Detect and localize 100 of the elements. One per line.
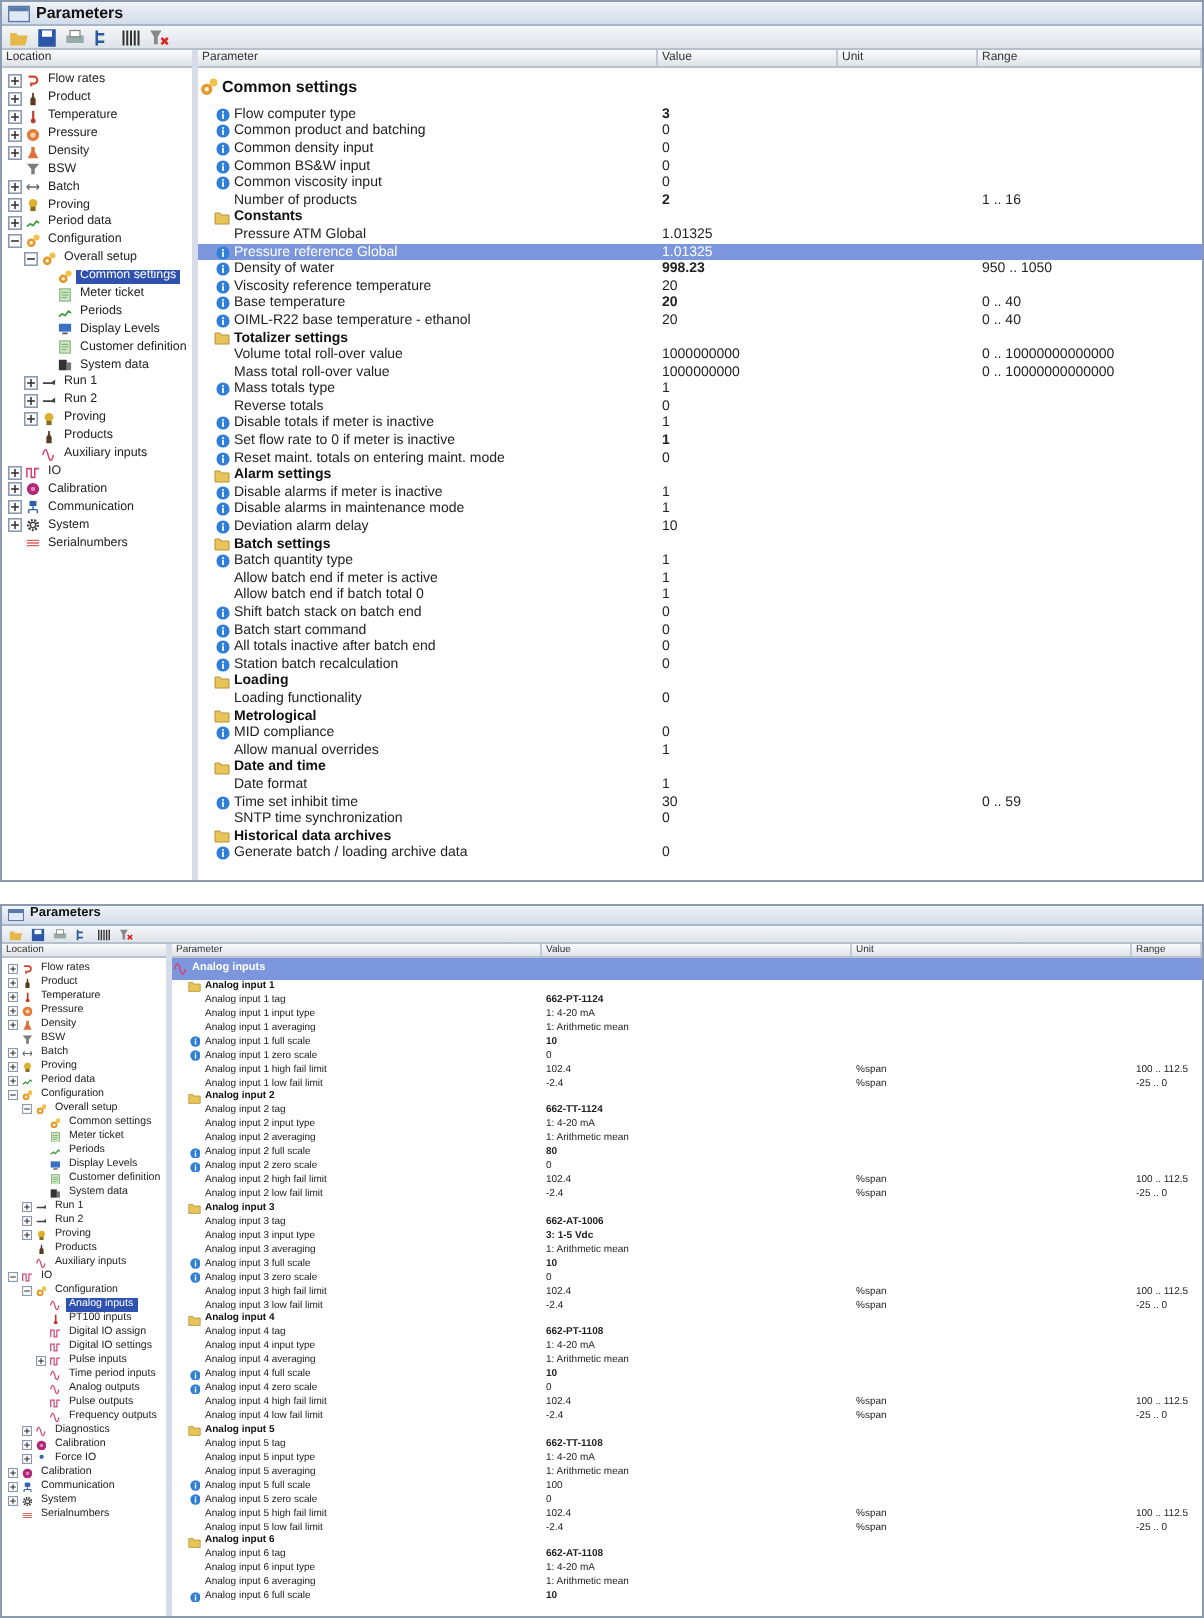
window-icon [8,3,30,23]
folder-icon [214,467,230,484]
gears-icon [57,269,71,284]
expand-toggle[interactable] [35,1356,45,1366]
square-wave-icon [49,1397,60,1409]
square-wave-icon [21,1271,32,1283]
filter-clear-icon[interactable] [148,27,170,47]
collapse-toggle[interactable] [21,1286,31,1296]
print-icon[interactable] [64,27,86,47]
expand-toggle[interactable] [7,1468,17,1478]
expand-toggle[interactable] [21,1202,31,1212]
line-chart-icon [49,1145,60,1157]
arrows-icon [21,1047,32,1059]
expand-toggle[interactable] [23,411,37,426]
folder-icon [214,828,230,845]
expand-toggle[interactable] [7,482,21,497]
hook-icon [25,73,39,88]
expand-toggle[interactable] [7,1006,17,1016]
expand-toggle[interactable] [7,465,21,480]
save-icon[interactable] [30,927,46,941]
wave-icon [41,447,55,462]
expand-toggle[interactable] [7,109,21,124]
collapse-toggle[interactable] [7,1272,17,1282]
line-chart-icon [57,305,71,320]
network-icon [25,500,39,515]
expand-toggle[interactable] [7,127,21,142]
expand-toggle[interactable] [7,73,21,88]
expand-toggle[interactable] [7,1020,17,1030]
filter-clear-icon[interactable] [118,927,134,941]
thermometer-icon [49,1313,60,1325]
expand-toggle[interactable] [7,198,21,213]
folder-icon [188,1535,201,1549]
collapse-toggle[interactable] [7,233,21,248]
expand-toggle[interactable] [7,978,17,988]
expand-toggle[interactable] [7,500,21,515]
expand-toggle[interactable] [21,1440,31,1450]
gauge-icon [25,127,39,142]
folder-icon [214,708,230,725]
print-icon[interactable] [52,927,68,941]
expand-toggle[interactable] [7,992,17,1002]
folder-icon [188,1424,201,1438]
line-chart-icon [25,216,39,231]
window-title: Parameters [36,5,124,21]
expand-toggle[interactable] [7,964,17,974]
network-icon [21,1481,32,1493]
document-icon [49,1131,60,1143]
expand-toggle[interactable] [7,216,21,231]
medal-icon [25,198,39,213]
expand-toggle[interactable] [23,376,37,391]
bottle-icon [25,91,39,106]
hook-icon [21,963,32,975]
gears-icon [41,251,55,266]
save-icon[interactable] [36,27,58,47]
expand-toggle[interactable] [23,393,37,408]
funnel-icon [21,1033,32,1045]
expand-toggle[interactable] [7,1496,17,1506]
expand-toggle[interactable] [21,1454,31,1464]
flask-icon [21,1019,32,1031]
expand-toggle[interactable] [7,1076,17,1086]
expand-toggle[interactable] [7,1048,17,1058]
folder-icon [214,536,230,553]
bottle-icon [35,1243,46,1255]
expand-toggle[interactable] [7,1062,17,1072]
collapse-toggle[interactable] [21,1104,31,1114]
section-title: Common settings [222,79,358,95]
gears-icon [25,233,39,248]
gears-icon [200,78,218,96]
bars-icon [21,1509,32,1521]
columns-icon[interactable] [120,27,142,47]
expand-toggle[interactable] [7,518,21,533]
cog-icon [25,518,39,533]
folder-icon [188,980,201,994]
folder-icon [214,209,230,226]
expand-toggle[interactable] [7,91,21,106]
wave-icon [35,1257,46,1269]
wave-icon [49,1299,60,1311]
expand-toggle[interactable] [7,180,21,195]
expand-toggle[interactable] [7,145,21,159]
document-icon [49,1173,60,1185]
expand-toggle[interactable] [21,1426,31,1436]
expand-toggle[interactable] [21,1216,31,1226]
square-wave-icon [25,465,39,480]
folder-icon [188,1202,201,1216]
collapse-toggle[interactable] [23,251,37,266]
expand-toggle[interactable] [7,1482,17,1492]
bars-icon [25,536,39,551]
flask-icon [25,145,39,159]
disc-icon [25,482,39,497]
expand-toggle[interactable] [21,1230,31,1240]
document-icon [57,340,71,355]
window-icon [8,908,24,922]
folder-icon [188,1313,201,1327]
gears-icon [35,1285,46,1297]
bottle-icon [21,977,32,989]
arrows-icon [25,180,39,195]
collapse-toggle[interactable] [7,1090,17,1100]
columns-icon[interactable] [96,927,112,941]
cog-icon [21,1495,32,1507]
disc-icon [21,1467,32,1479]
folder-icon [214,759,230,776]
